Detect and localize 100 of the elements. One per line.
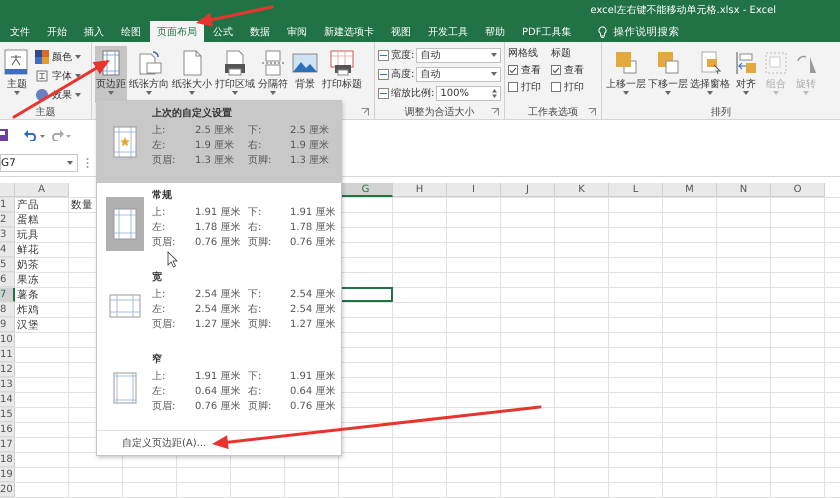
drag-handle-icon[interactable] <box>86 157 89 169</box>
ribbon-tab[interactable]: 视图 <box>383 22 419 42</box>
caret-icon <box>491 72 497 76</box>
checkbox[interactable]: 查看 <box>508 63 541 77</box>
row-header[interactable]: 7 <box>0 288 15 302</box>
row-header[interactable]: 14 <box>0 393 15 407</box>
checkbox[interactable]: 查看 <box>551 63 584 77</box>
row-header[interactable]: 8 <box>0 303 15 317</box>
row-header[interactable]: 9 <box>0 318 15 332</box>
page-setup-button[interactable]: 分隔符 <box>257 46 289 103</box>
ribbon-tab[interactable]: 审阅 <box>279 22 315 42</box>
row-header[interactable]: 4 <box>0 243 15 257</box>
arrange-button[interactable]: 选择窗格 <box>689 46 731 103</box>
arrange-button[interactable]: 对齐 <box>731 46 761 103</box>
page-setup-button[interactable]: 打印区域 <box>214 46 256 103</box>
ribbon-tab[interactable]: 数据 <box>242 22 278 42</box>
margin-label: 上: <box>152 370 166 382</box>
ribbon-tab[interactable]: 开始 <box>39 22 75 42</box>
page-setup-button[interactable]: 纸张方向 <box>128 46 170 103</box>
margin-label: 页眉: <box>152 236 176 248</box>
row-header[interactable]: 10 <box>0 333 15 347</box>
row-header[interactable]: 17 <box>0 438 15 452</box>
column-header[interactable]: O <box>771 183 825 197</box>
ribbon-tab[interactable]: 开发工具 <box>420 22 476 42</box>
row-header[interactable]: 15 <box>0 408 15 422</box>
page-setup-button[interactable]: 背景 <box>290 46 320 103</box>
row-header[interactable]: 2 <box>0 213 15 227</box>
margin-value: 0.76 厘米 <box>290 400 336 412</box>
column-header[interactable]: A <box>15 183 69 197</box>
dropdown-field[interactable]: 自动 <box>416 48 501 62</box>
column-header[interactable]: K <box>555 183 609 197</box>
ribbon-tab[interactable]: 绘图 <box>113 22 149 42</box>
table-cell-text: 果冻 <box>16 273 40 287</box>
margin-label: 右: <box>248 302 262 316</box>
group-label: 调整为合适大小 <box>404 106 474 118</box>
table-cell-text: 玩具 <box>16 228 40 242</box>
theme-option-button[interactable]: 颜色 <box>35 48 81 65</box>
row-header[interactable]: 18 <box>0 453 15 467</box>
margin-label: 右: <box>248 138 262 152</box>
ribbon-tab[interactable]: 新建选项卡 <box>316 22 382 42</box>
ribbon-tab[interactable]: 页面布局 <box>150 21 204 42</box>
ribbon-tab[interactable]: 文件 <box>2 22 38 42</box>
checkbox[interactable]: 打印 <box>508 80 541 94</box>
undo-icon[interactable] <box>24 129 46 141</box>
group-label: 排列 <box>711 106 731 118</box>
theme-option-button[interactable]: 字体 <box>35 67 81 84</box>
row-header[interactable]: 1 <box>0 198 15 212</box>
spinner-arrows-icon <box>492 88 497 98</box>
column-header[interactable]: J <box>501 183 555 197</box>
margin-value: 1.27 厘米 <box>195 318 242 330</box>
column-header[interactable]: H <box>393 183 447 197</box>
themes-button[interactable]: 主题 <box>3 46 31 103</box>
arrange-button[interactable]: 下移一层 <box>647 46 689 103</box>
page-setup-button[interactable]: 纸张大小 <box>171 46 213 103</box>
effects-icon <box>35 88 49 102</box>
row-header[interactable]: 5 <box>0 258 15 272</box>
page-setup-button[interactable]: 打印标题 <box>321 46 363 103</box>
themes-icon <box>4 49 30 77</box>
redo-icon[interactable] <box>50 129 72 141</box>
save-icon[interactable] <box>0 129 8 141</box>
scale-spinner[interactable]: 100% <box>436 86 501 100</box>
checkbox[interactable]: 打印 <box>551 80 584 94</box>
row-header[interactable]: 16 <box>0 423 15 437</box>
ribbon-tab[interactable]: 帮助 <box>477 22 513 42</box>
row-header[interactable]: 19 <box>0 468 15 482</box>
row-header[interactable]: 20 <box>0 483 15 497</box>
dialog-launcher-icon[interactable] <box>361 108 369 116</box>
row-header[interactable]: 12 <box>0 363 15 377</box>
custom-margins-link[interactable]: 自定义页边距(A)... <box>122 436 206 450</box>
ribbon-tab[interactable]: 插入 <box>76 22 112 42</box>
margin-preset-item[interactable]: 上次的自定义设置 上: 2.5 厘米 下: 2.5 厘米 左: 1.9 厘米 右: 1.9 厘米 页眉: 1.3 厘米 页脚: 1.3 厘米 <box>97 101 341 183</box>
column-header[interactable]: L <box>609 183 663 197</box>
dropdown-field[interactable]: 自动 <box>416 66 501 82</box>
row-header[interactable]: 6 <box>0 273 15 287</box>
dialog-launcher-icon[interactable] <box>588 108 596 116</box>
table-cell-text: 汉堡 <box>16 318 40 332</box>
arrange-button[interactable]: 上移一层 <box>605 46 647 103</box>
column-header[interactable]: I <box>447 183 501 197</box>
ribbon-tab[interactable]: 公式 <box>205 22 241 42</box>
column-header[interactable]: G <box>339 183 393 197</box>
margin-value: 1.3 厘米 <box>290 154 330 166</box>
margin-label: 上: <box>152 206 166 218</box>
caret-icon <box>232 91 238 95</box>
option-heading: 网格线 <box>508 46 539 60</box>
caret-icon <box>108 91 114 95</box>
margin-preset-item[interactable]: 窄 上: 1.91 厘米 下: 1.91 厘米 左: 0.64 厘米 右: 0.64 厘米 页眉: 0.76 厘米 页脚: 0.76 厘米 <box>97 347 341 429</box>
margin-preset-item[interactable]: 宽 上: 2.54 厘米 下: 2.54 厘米 左: 2.54 厘米 右: 2.54 厘米 页眉: 1.27 厘米 页脚: 1.27 厘米 <box>97 265 341 347</box>
row-header[interactable]: 3 <box>0 228 15 242</box>
row-header[interactable]: 11 <box>0 348 15 362</box>
margin-value: 1.9 厘米 <box>290 138 330 152</box>
column-header[interactable]: M <box>663 183 717 197</box>
ribbon-tab[interactable]: PDF工具集 <box>514 22 580 42</box>
table-cell-text: 奶茶 <box>16 258 40 272</box>
dialog-launcher-icon[interactable] <box>491 108 499 116</box>
name-box[interactable]: G7 <box>0 154 78 172</box>
column-header[interactable]: N <box>717 183 771 197</box>
row-header[interactable]: 13 <box>0 378 15 392</box>
tell-me-search[interactable]: 操作说明搜索 <box>598 22 680 42</box>
margin-preset-item[interactable]: 常规 上: 1.91 厘米 下: 1.91 厘米 左: 1.78 厘米 右: 1.78 厘米 页眉: 0.76 厘米 页脚: 0.76 厘米 <box>97 183 341 265</box>
group-label: 工作表选项 <box>528 106 578 118</box>
